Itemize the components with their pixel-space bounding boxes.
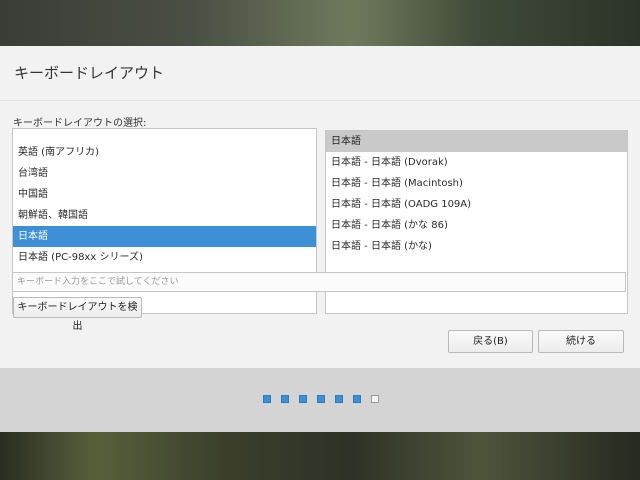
progress-step-6 bbox=[353, 395, 361, 403]
keyboard-test-input[interactable] bbox=[12, 272, 626, 292]
progress-step-4 bbox=[317, 395, 325, 403]
desktop-background-top bbox=[0, 0, 640, 46]
variant-item-kana86[interactable]: 日本語 - 日本語 (かな 86) bbox=[326, 215, 627, 236]
desktop-background-bottom bbox=[0, 432, 640, 480]
back-button[interactable]: 戻る(B) bbox=[448, 330, 533, 353]
progress-footer bbox=[0, 368, 640, 432]
layout-select-label: キーボードレイアウトの選択: bbox=[13, 118, 147, 129]
layout-item-en-za[interactable]: 英語 (南アフリカ) bbox=[13, 142, 316, 163]
variant-item-macintosh[interactable]: 日本語 - 日本語 (Macintosh) bbox=[326, 173, 627, 194]
continue-button[interactable]: 続ける bbox=[538, 330, 624, 353]
progress-step-7 bbox=[371, 395, 379, 403]
title-divider bbox=[0, 100, 640, 101]
variant-item-japanese[interactable]: 日本語 bbox=[326, 131, 627, 152]
progress-step-3 bbox=[299, 395, 307, 403]
layout-item-taiwanese[interactable]: 台湾語 bbox=[13, 163, 316, 184]
layout-item-japanese[interactable]: 日本語 bbox=[13, 226, 316, 247]
variant-item-dvorak[interactable]: 日本語 - 日本語 (Dvorak) bbox=[326, 152, 627, 173]
progress-step-5 bbox=[335, 395, 343, 403]
variant-item-oadg109a[interactable]: 日本語 - 日本語 (OADG 109A) bbox=[326, 194, 627, 215]
detect-layout-button[interactable]: キーボードレイアウトを検出 bbox=[13, 297, 142, 332]
layout-item-korean[interactable]: 朝鮮語、韓国語 bbox=[13, 205, 316, 226]
layout-item-chinese[interactable]: 中国語 bbox=[13, 184, 316, 205]
progress-step-1 bbox=[263, 395, 271, 403]
keyboard-layout-dialog: キーボードレイアウト キーボードレイアウトの選択: 英語 (南アフリカ) 台湾語… bbox=[0, 46, 640, 368]
page-title: キーボードレイアウト bbox=[14, 64, 165, 82]
progress-step-2 bbox=[281, 395, 289, 403]
layout-item-japanese-pc98[interactable]: 日本語 (PC-98xx シリーズ) bbox=[13, 247, 316, 268]
variant-item-kana[interactable]: 日本語 - 日本語 (かな) bbox=[326, 236, 627, 257]
